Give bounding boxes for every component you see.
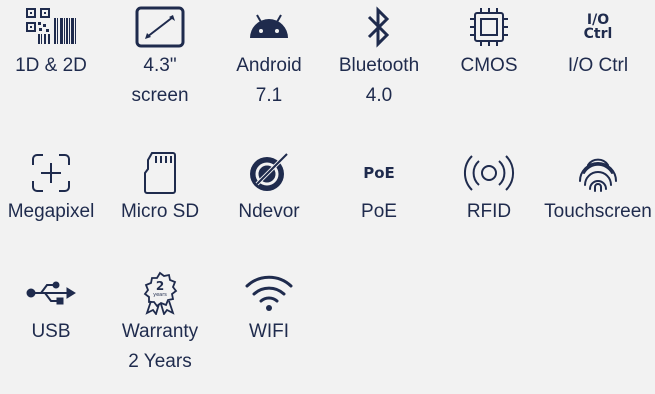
feature-label: Warranty 2 Years [121, 321, 199, 372]
micro-sd-card-icon [130, 149, 190, 197]
rfid-icon [459, 149, 519, 197]
feature-label: Micro SD [120, 201, 200, 222]
poe-icon-text: PoE [363, 164, 395, 182]
features-grid: 1D & 2D 4.3" screen Android 7.1 Bluetoot… [0, 0, 655, 394]
feature-label: Ndevor [238, 201, 300, 222]
feature-bluetooth: Bluetooth 4.0 [324, 3, 434, 111]
feature-warranty: 2 years Warranty 2 Years [105, 269, 215, 377]
io-ctrl-icon: I/O Ctrl [568, 3, 628, 51]
io-ctrl-icon-text: I/O Ctrl [583, 12, 613, 42]
feature-megapixel: Megapixel [0, 149, 106, 227]
warranty-badge-icon: 2 years [130, 269, 190, 317]
feature-label: 1D & 2D [15, 55, 87, 76]
ndevor-logo-icon [239, 149, 299, 197]
android-icon [239, 3, 299, 51]
cmos-chip-icon [459, 3, 519, 51]
tablet-screen-icon [130, 3, 190, 51]
feature-label: Android 7.1 [236, 55, 302, 106]
feature-rfid: RFID [434, 149, 544, 227]
feature-label: Megapixel [7, 201, 95, 222]
wifi-icon [239, 269, 299, 317]
barcode-qr-icon [21, 3, 81, 51]
feature-cmos: CMOS [434, 3, 544, 81]
feature-screen: 4.3" screen [105, 3, 215, 111]
poe-icon: PoE [349, 149, 409, 197]
feature-ndevor: Ndevor [214, 149, 324, 227]
bluetooth-icon [349, 3, 409, 51]
feature-io-ctrl: I/O Ctrl I/O Ctrl [543, 3, 653, 81]
warranty-icon-subtext: years [153, 292, 167, 298]
feature-micro-sd: Micro SD [105, 149, 215, 227]
feature-label: I/O Ctrl [567, 55, 629, 76]
feature-poe: PoE PoE [324, 149, 434, 227]
feature-touchscreen: Touchscreen [543, 149, 653, 227]
feature-1d-2d: 1D & 2D [0, 3, 106, 81]
feature-usb: USB [0, 269, 106, 347]
feature-label: RFID [466, 201, 512, 222]
feature-label: WIFI [248, 321, 290, 342]
feature-label: Bluetooth 4.0 [338, 55, 420, 106]
megapixel-focus-icon [21, 149, 81, 197]
feature-label: PoE [361, 201, 397, 222]
feature-label: Touchscreen [544, 201, 652, 222]
feature-label: 4.3" screen [131, 55, 189, 106]
feature-label: CMOS [460, 55, 518, 76]
usb-icon [21, 269, 81, 317]
warranty-icon-number: 2 [155, 279, 165, 293]
feature-android: Android 7.1 [214, 3, 324, 111]
feature-wifi: WIFI [214, 269, 324, 347]
touchscreen-fingerprint-icon [568, 149, 628, 197]
feature-label: USB [31, 321, 71, 342]
